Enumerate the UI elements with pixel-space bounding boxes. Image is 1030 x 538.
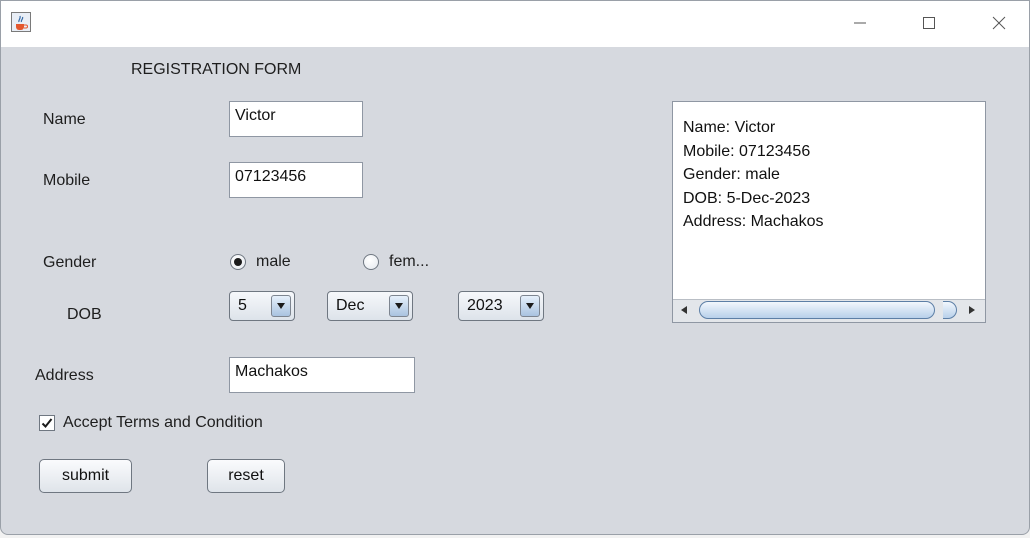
- output-line: Address: Machakos: [683, 213, 824, 230]
- name-input[interactable]: Victor: [229, 101, 363, 137]
- gender-option-label: male: [256, 253, 291, 270]
- dob-day-value: 5: [238, 297, 247, 314]
- gender-radio-female[interactable]: fem...: [363, 253, 429, 271]
- scroll-left-icon[interactable]: [677, 303, 691, 317]
- scroll-thumb-end: [943, 301, 957, 319]
- chevron-down-icon[interactable]: [389, 295, 409, 317]
- dob-label: DOB: [67, 306, 102, 323]
- dob-month-select[interactable]: Dec: [327, 291, 413, 321]
- scroll-right-icon[interactable]: [965, 303, 979, 317]
- name-label: Name: [43, 111, 86, 128]
- minimize-icon[interactable]: [846, 11, 874, 35]
- output-line: Gender: male: [683, 166, 780, 183]
- mobile-input[interactable]: 07123456: [229, 162, 363, 198]
- horizontal-scrollbar[interactable]: [673, 299, 985, 322]
- terms-checkbox[interactable]: Accept Terms and Condition: [39, 414, 263, 432]
- output-text: Name: Victor Mobile: 07123456 Gender: ma…: [683, 116, 824, 234]
- reset-button[interactable]: reset: [207, 459, 285, 493]
- output-line: Mobile: 07123456: [683, 142, 811, 160]
- gender-option-label: fem...: [389, 253, 430, 270]
- app-window: REGISTRATION FORM Name Victor Mobile 071…: [0, 0, 1030, 535]
- dob-year-select[interactable]: 2023: [458, 291, 544, 321]
- scroll-thumb[interactable]: [699, 301, 935, 319]
- radio-checked-icon: [230, 254, 246, 270]
- output-line: Name: Victor: [683, 119, 776, 136]
- gender-label: Gender: [43, 254, 97, 271]
- chevron-down-icon[interactable]: [520, 295, 540, 317]
- address-input[interactable]: Machakos: [229, 357, 415, 393]
- dob-year-value: 2023: [467, 297, 503, 314]
- title-bar: [1, 1, 1029, 47]
- checkmark-icon: [39, 415, 55, 431]
- output-line: DOB: 5-Dec-2023: [683, 189, 811, 207]
- dob-month-value: Dec: [336, 297, 365, 314]
- dob-day-select[interactable]: 5: [229, 291, 295, 321]
- form-heading: REGISTRATION FORM: [131, 61, 302, 78]
- submit-button[interactable]: submit: [39, 459, 132, 493]
- maximize-icon[interactable]: [915, 11, 943, 35]
- close-icon[interactable]: [985, 11, 1013, 35]
- terms-label: Accept Terms and Condition: [63, 414, 263, 431]
- address-label: Address: [35, 367, 94, 384]
- java-cup-icon[interactable]: [11, 12, 31, 32]
- chevron-down-icon[interactable]: [271, 295, 291, 317]
- gender-radio-male[interactable]: male: [230, 253, 291, 271]
- mobile-label: Mobile: [43, 172, 91, 189]
- radio-unchecked-icon: [363, 254, 379, 270]
- output-text-area[interactable]: Name: Victor Mobile: 07123456 Gender: ma…: [672, 101, 986, 323]
